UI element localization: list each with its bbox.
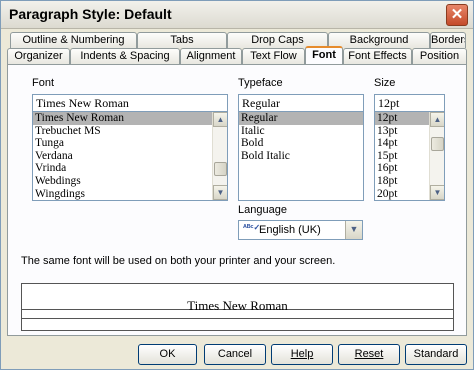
language-select[interactable]: ᴬᴮᶜ✓ English (UK) ▼	[238, 220, 363, 240]
preview-divider	[22, 318, 453, 319]
scroll-thumb[interactable]	[431, 137, 444, 151]
help-button[interactable]: Help	[271, 344, 333, 365]
size-list[interactable]: 12pt 13pt 14pt 15pt 16pt 18pt 20pt ▲ ▼	[374, 111, 445, 201]
tab-position[interactable]: Position	[412, 48, 467, 64]
font-list-scrollbar[interactable]: ▲ ▼	[212, 112, 227, 200]
size-list-scrollbar[interactable]: ▲ ▼	[429, 112, 444, 200]
list-item[interactable]: Wingdings	[33, 188, 227, 200]
list-item[interactable]: Trebuchet MS	[33, 125, 227, 138]
tab-borders-label: Borders	[431, 34, 466, 46]
tab-organizer[interactable]: Organizer	[7, 48, 70, 64]
typeface-label: Typeface	[238, 77, 283, 89]
list-item[interactable]: Regular	[239, 112, 363, 125]
tab-borders[interactable]: Borders	[430, 32, 466, 48]
language-label: Language	[238, 204, 287, 216]
scroll-up-icon[interactable]: ▲	[430, 112, 444, 127]
tab-font-effects[interactable]: Font Effects	[343, 48, 412, 64]
abc-spellcheck-icon: ᴬᴮᶜ✓	[243, 223, 261, 232]
list-item[interactable]: Bold Italic	[239, 150, 363, 163]
font-preview: Times New Roman	[21, 283, 454, 331]
tab-alignment[interactable]: Alignment	[180, 48, 242, 64]
tab-outline-numbering[interactable]: Outline & Numbering	[10, 32, 137, 48]
close-button[interactable]: ✕	[446, 4, 468, 26]
font-name-input[interactable]: Times New Roman	[32, 94, 228, 112]
list-item[interactable]: Tunga	[33, 137, 227, 150]
size-label: Size	[374, 77, 396, 89]
chevron-down-icon[interactable]: ▼	[345, 221, 362, 239]
window-title: Paragraph Style: Default	[9, 6, 172, 22]
info-text: The same font will be used on both your …	[21, 255, 336, 267]
typeface-input[interactable]: Regular	[238, 94, 364, 112]
list-item[interactable]: Verdana	[33, 150, 227, 163]
scroll-down-icon[interactable]: ▼	[430, 185, 444, 200]
tab-font[interactable]: Font	[305, 46, 343, 64]
tab-tabs[interactable]: Tabs	[137, 32, 227, 48]
list-item[interactable]: Bold	[239, 137, 363, 150]
paragraph-style-dialog: Paragraph Style: Default ✕ Outline & Num…	[0, 0, 474, 370]
standard-button[interactable]: Standard	[405, 344, 467, 365]
language-value: English (UK)	[259, 224, 321, 236]
list-item[interactable]: Vrinda	[33, 162, 227, 175]
typeface-list[interactable]: Regular Italic Bold Bold Italic	[238, 111, 364, 201]
size-input[interactable]: 12pt	[374, 94, 445, 112]
preview-text: Times New Roman	[187, 298, 288, 313]
list-item[interactable]: 12pt	[375, 112, 430, 125]
tab-text-flow[interactable]: Text Flow	[242, 48, 305, 64]
font-list[interactable]: Times New Roman Trebuchet MS Tunga Verda…	[32, 111, 228, 201]
font-tab-panel: Font Times New Roman Times New Roman Tre…	[7, 64, 467, 336]
cancel-button[interactable]: Cancel	[204, 344, 266, 365]
scroll-thumb[interactable]	[214, 162, 227, 176]
list-item[interactable]: Italic	[239, 125, 363, 138]
title-bar: Paragraph Style: Default ✕	[1, 1, 473, 29]
scroll-up-icon[interactable]: ▲	[213, 112, 227, 127]
ok-button[interactable]: OK	[138, 344, 197, 365]
tab-background[interactable]: Background	[328, 32, 430, 48]
list-item[interactable]: Webdings	[33, 175, 227, 188]
scroll-down-icon[interactable]: ▼	[213, 185, 227, 200]
font-label: Font	[32, 77, 55, 89]
list-item[interactable]: Times New Roman	[33, 112, 227, 125]
tab-indents-spacing[interactable]: Indents & Spacing	[70, 48, 180, 64]
reset-button[interactable]: Reset	[338, 344, 400, 365]
